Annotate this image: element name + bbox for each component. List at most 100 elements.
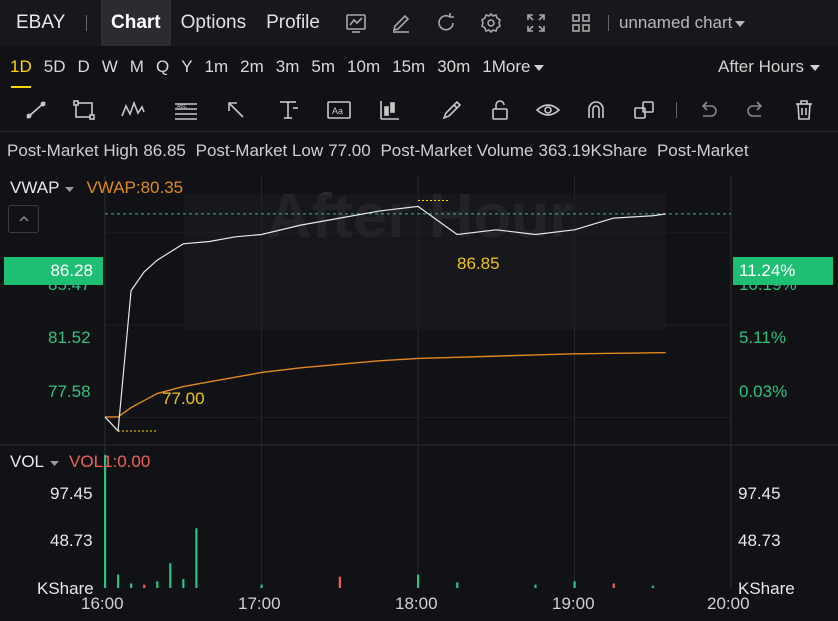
volume-bar [338, 576, 341, 588]
vol-axis-label: 48.73 [50, 531, 93, 550]
arrow-icon[interactable] [222, 96, 250, 124]
period-10m[interactable]: 10m [341, 46, 386, 88]
period-y[interactable]: Y [175, 46, 198, 88]
volume-bar [117, 574, 120, 588]
time-label: 16:00 [81, 594, 124, 613]
ticker-symbol[interactable]: EBAY [0, 12, 86, 34]
caret-down-icon [735, 13, 746, 33]
time-label: 17:00 [238, 594, 281, 613]
period-5d[interactable]: 5D [38, 46, 72, 88]
current-price-tag: 86.28 [4, 257, 103, 285]
volume-bar [612, 583, 615, 588]
vol-indicator-name: VOL [10, 452, 45, 471]
volume-bar [573, 581, 576, 588]
volume-value: 363.19KShare [538, 141, 648, 160]
magnet-icon[interactable] [582, 96, 610, 124]
svg-text:ABC: ABC [177, 104, 188, 110]
price-chart[interactable]: After Hour [0, 170, 838, 621]
session-select[interactable]: After Hours [718, 46, 820, 88]
high-value: 86.85 [143, 141, 186, 160]
y-axis-label: 77.58 [48, 382, 91, 401]
low-label: Post-Market Low [195, 141, 324, 160]
tab-chart[interactable]: Chart [101, 0, 171, 46]
edit-icon[interactable] [379, 0, 424, 46]
period-q[interactable]: Q [150, 46, 175, 88]
vwap-indicator-name: VWAP [10, 178, 60, 197]
divider [607, 15, 609, 31]
period-30m[interactable]: 30m [431, 46, 476, 88]
low-value: 77.00 [328, 141, 371, 160]
top-bar: EBAY Chart Options Profile unnamed chart [0, 0, 838, 46]
chart-name-label: unnamed chart [618, 13, 733, 32]
position-icon[interactable] [376, 96, 404, 124]
period-15m[interactable]: 15m [386, 46, 431, 88]
pct-axis-label: 5.11% [739, 328, 786, 347]
text-annotation-icon[interactable]: Aa [325, 96, 353, 124]
vol-indicator-value: VOL1:0.00 [69, 452, 151, 471]
chevron-up-icon [18, 215, 29, 222]
volume-bar [182, 578, 185, 588]
divider [676, 102, 677, 118]
time-label: 18:00 [395, 594, 438, 613]
vwap-indicator-value: VWAP:80.35 [86, 178, 184, 197]
layout-grid-icon[interactable] [559, 0, 604, 46]
period-w[interactable]: W [96, 46, 124, 88]
volume-bar [130, 583, 133, 588]
period-bar: 1D 5D D W M Q Y 1m 2m 3m 5m 10m 15m 30m … [0, 46, 838, 88]
pattern-icon[interactable] [119, 96, 147, 124]
low-annotation: 77.00 [162, 389, 205, 408]
trash-icon[interactable] [790, 96, 818, 124]
fullscreen-icon[interactable] [514, 0, 559, 46]
collapse-button[interactable] [8, 205, 39, 233]
divider [86, 15, 87, 31]
volume-bar [143, 584, 146, 588]
watermark-shade [183, 194, 666, 331]
vol-indicator-header[interactable]: VOL VOL1:0.00 [10, 452, 150, 472]
current-change-tag: 11.24% [733, 257, 833, 285]
price-range-icon[interactable] [274, 96, 302, 124]
period-2m[interactable]: 2m [234, 46, 270, 88]
tab-profile[interactable]: Profile [256, 0, 330, 46]
caret-down-icon [65, 178, 75, 198]
trend-line-icon[interactable] [22, 96, 50, 124]
refresh-icon[interactable] [424, 0, 469, 46]
pct-axis-label: 0.03% [739, 382, 788, 401]
lock-icon[interactable] [486, 96, 514, 124]
vwap-indicator-header[interactable]: VWAP VWAP:80.35 [10, 178, 183, 198]
period-m[interactable]: M [124, 46, 150, 88]
brush-icon[interactable] [438, 96, 466, 124]
fibonacci-icon[interactable]: ABC [172, 96, 200, 124]
clone-icon[interactable] [630, 96, 658, 124]
period-1m[interactable]: 1m [199, 46, 235, 88]
tab-options[interactable]: Options [171, 0, 256, 46]
vol-axis-label-right: 48.73 [738, 531, 781, 550]
chart-type-icon[interactable] [334, 0, 379, 46]
period-more[interactable]: 1More [476, 46, 550, 88]
caret-down-icon [50, 452, 60, 472]
period-d[interactable]: D [71, 46, 95, 88]
time-label: 20:00 [707, 594, 750, 613]
period-3m[interactable]: 3m [270, 46, 306, 88]
volume-label: Post-Market Volume [380, 141, 534, 160]
vol-axis-label-right: 97.45 [738, 484, 781, 503]
volume-bar [195, 528, 198, 588]
settings-icon[interactable] [469, 0, 514, 46]
caret-down-icon [810, 57, 820, 77]
more-label: 1More [482, 57, 531, 76]
volume-bar [260, 584, 263, 588]
session-label: After Hours [718, 57, 804, 76]
rectangle-icon[interactable] [70, 96, 98, 124]
drawing-toolbar: ABC Aa [0, 88, 838, 132]
volume-bar [104, 454, 107, 588]
period-5m[interactable]: 5m [305, 46, 341, 88]
volume-bar [417, 574, 420, 588]
redo-icon[interactable] [742, 96, 770, 124]
eye-icon[interactable] [534, 96, 562, 124]
period-1d[interactable]: 1D [4, 46, 38, 88]
caret-down-icon [534, 57, 545, 77]
volume-bar [156, 581, 159, 588]
vol-axis-label: 97.45 [50, 484, 93, 503]
chart-name-select[interactable]: unnamed chart [618, 13, 746, 33]
undo-icon[interactable] [694, 96, 722, 124]
y-axis-label: 81.52 [48, 328, 91, 347]
